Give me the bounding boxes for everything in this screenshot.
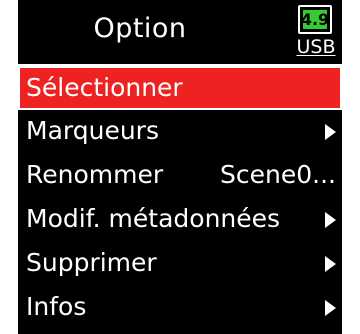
menu-item-label: Infos xyxy=(26,292,87,321)
chevron-right-icon xyxy=(325,124,336,140)
menu-item-label: Supprimer xyxy=(26,248,157,277)
menu-item-marqueurs[interactable]: Marqueurs xyxy=(18,110,342,154)
chevron-right-icon xyxy=(325,256,336,272)
menu-item-selectionner[interactable]: Sélectionner xyxy=(18,66,342,110)
menu-item-label: Marqueurs xyxy=(26,116,159,145)
page-title: Option xyxy=(93,13,187,44)
menu-item-renommer[interactable]: Renommer Scene0... xyxy=(18,154,342,198)
chevron-right-icon xyxy=(325,212,336,228)
power-source-label: USB xyxy=(296,36,336,58)
menu-item-supprimer[interactable]: Supprimer xyxy=(18,242,342,286)
menu-item-label: Sélectionner xyxy=(26,73,183,102)
menu-item-infos[interactable]: Infos xyxy=(18,286,342,330)
header: Option 4.9 USB xyxy=(18,0,342,66)
battery-level: 4.9 xyxy=(300,10,330,29)
chevron-right-icon xyxy=(325,300,336,316)
option-menu: Sélectionner Marqueurs Renommer Scene0..… xyxy=(18,66,342,330)
menu-item-label: Modif. métadonnées xyxy=(26,204,281,233)
menu-item-value: Scene0... xyxy=(220,160,336,189)
menu-item-label: Renommer xyxy=(26,160,164,189)
menu-item-modif-metadonnees[interactable]: Modif. métadonnées xyxy=(18,198,342,242)
device-screen: Option 4.9 USB Sélectionner Marqueurs Re… xyxy=(18,0,342,334)
battery-icon: 4.9 xyxy=(298,5,332,34)
